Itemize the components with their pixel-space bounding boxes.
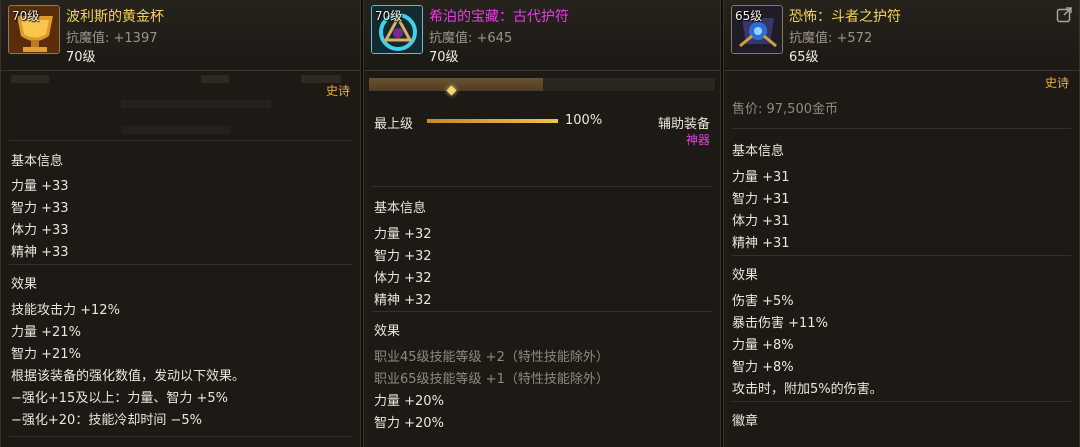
stat-strength: 力量 +33 xyxy=(11,179,69,194)
effect-line: 力量 +8% xyxy=(732,338,794,353)
section-basic-info-title: 基本信息 xyxy=(11,154,64,169)
tab-strip[interactable] xyxy=(543,78,715,91)
progress-bar-fill xyxy=(427,119,558,123)
item-level: 70级 xyxy=(66,50,96,65)
effect-line: 智力 +8% xyxy=(732,360,794,375)
divider xyxy=(732,401,1071,402)
stat-strength: 力量 +31 xyxy=(732,170,790,185)
section-basic-info-title: 基本信息 xyxy=(374,201,427,216)
magic-resist-value: 抗魔值: +1397 xyxy=(66,31,158,46)
max-level-label: 最上级 xyxy=(374,117,414,132)
effect-line-inactive: 职业65级技能等级 +1（特性技能除外） xyxy=(374,372,609,387)
section-effect-title: 效果 xyxy=(732,268,759,283)
effect-line: 伤害 +5% xyxy=(732,294,794,309)
item-level-tag: 65级 xyxy=(735,9,763,23)
item-level-tag: 70级 xyxy=(375,9,403,23)
divider xyxy=(372,186,712,187)
effect-line: −强化+20：技能冷却时间 −5% xyxy=(11,413,202,428)
tooltip-header: 70级 希泊的宝藏：古代护符 抗魔值: +645 70级 xyxy=(364,0,720,71)
item-name: 恐怖：斗者之护符 xyxy=(789,9,901,25)
divider xyxy=(9,140,352,141)
effect-line: 技能攻击力 +12% xyxy=(11,303,120,318)
progress-bar xyxy=(427,119,558,123)
stat-spirit: 精神 +33 xyxy=(11,245,69,260)
effect-line: 暴击伤害 +11% xyxy=(732,316,828,331)
rarity-label: 神器 xyxy=(685,133,710,147)
rarity-label: 史诗 xyxy=(1044,76,1069,90)
section-effect-title: 效果 xyxy=(11,277,38,292)
effect-line: 根据该装备的强化数值，发动以下效果。 xyxy=(11,369,246,384)
divider xyxy=(372,311,712,312)
golden-cup-icon: 70级 xyxy=(8,5,60,54)
tooltip-header: 70级 波利斯的黄金杯 抗魔值: +1397 70级 xyxy=(1,0,360,71)
section-effect-title: 效果 xyxy=(374,324,401,339)
item-tooltip-ancient-amulet: 70级 希泊的宝藏：古代护符 抗魔值: +645 70级 最上级 100% 辅助… xyxy=(363,0,721,447)
magic-resist-value: 抗魔值: +645 xyxy=(429,31,513,46)
divider xyxy=(9,264,352,265)
magic-resist-value: 抗魔值: +572 xyxy=(789,31,873,46)
item-tooltip-golden-cup: 70级 波利斯的黄金杯 抗魔值: +1397 70级 史诗 基本信息 力量 +3… xyxy=(0,0,361,447)
stat-strength: 力量 +32 xyxy=(374,227,432,242)
divider xyxy=(732,128,1071,129)
sell-price: 售价: 97,500金币 xyxy=(732,102,838,117)
ancient-amulet-icon: 70级 xyxy=(371,5,423,54)
rarity-label: 史诗 xyxy=(325,84,350,98)
effect-line: 智力 +20% xyxy=(374,416,444,431)
section-basic-info-title: 基本信息 xyxy=(732,144,785,159)
tab-strip-active[interactable] xyxy=(369,78,543,91)
share-icon[interactable] xyxy=(1056,6,1073,23)
item-name: 波利斯的黄金杯 xyxy=(66,9,164,25)
stat-spirit: 精神 +31 xyxy=(732,236,790,251)
section-emblem-title: 徽章 xyxy=(732,414,759,429)
item-level: 65级 xyxy=(789,50,819,65)
effect-line: 力量 +20% xyxy=(374,394,444,409)
stat-vitality: 体力 +32 xyxy=(374,271,432,286)
item-name: 希泊的宝藏：古代护符 xyxy=(429,9,569,25)
faded-row xyxy=(11,75,49,83)
effect-line: 力量 +21% xyxy=(11,325,81,340)
tooltip-header: 65级 恐怖：斗者之护符 抗魔值: +572 65级 xyxy=(724,0,1079,71)
effect-line: 智力 +21% xyxy=(11,347,81,362)
divider xyxy=(732,255,1071,256)
faded-row xyxy=(121,100,271,108)
fighter-amulet-icon: 65级 xyxy=(731,5,783,54)
item-tooltip-fighter-amulet: 65级 恐怖：斗者之护符 抗魔值: +572 65级 史诗 售价: 97,500… xyxy=(723,0,1080,447)
stat-vitality: 体力 +31 xyxy=(732,214,790,229)
faded-row xyxy=(201,75,229,83)
stat-intelligence: 智力 +33 xyxy=(11,201,69,216)
divider xyxy=(9,436,352,437)
stat-vitality: 体力 +33 xyxy=(11,223,69,238)
effect-line: 攻击时，附加5%的伤害。 xyxy=(732,382,883,397)
equipment-type: 辅助装备 xyxy=(657,117,710,132)
progress-percent: 100% xyxy=(565,113,603,128)
effect-line-inactive: 职业45级技能等级 +2（特性技能除外） xyxy=(374,350,609,365)
item-level: 70级 xyxy=(429,50,459,65)
item-level-tag: 70级 xyxy=(12,9,40,23)
stat-intelligence: 智力 +31 xyxy=(732,192,790,207)
stat-intelligence: 智力 +32 xyxy=(374,249,432,264)
faded-row xyxy=(121,126,231,134)
effect-line: −强化+15及以上：力量、智力 +5% xyxy=(11,391,228,406)
stat-spirit: 精神 +32 xyxy=(374,293,432,308)
